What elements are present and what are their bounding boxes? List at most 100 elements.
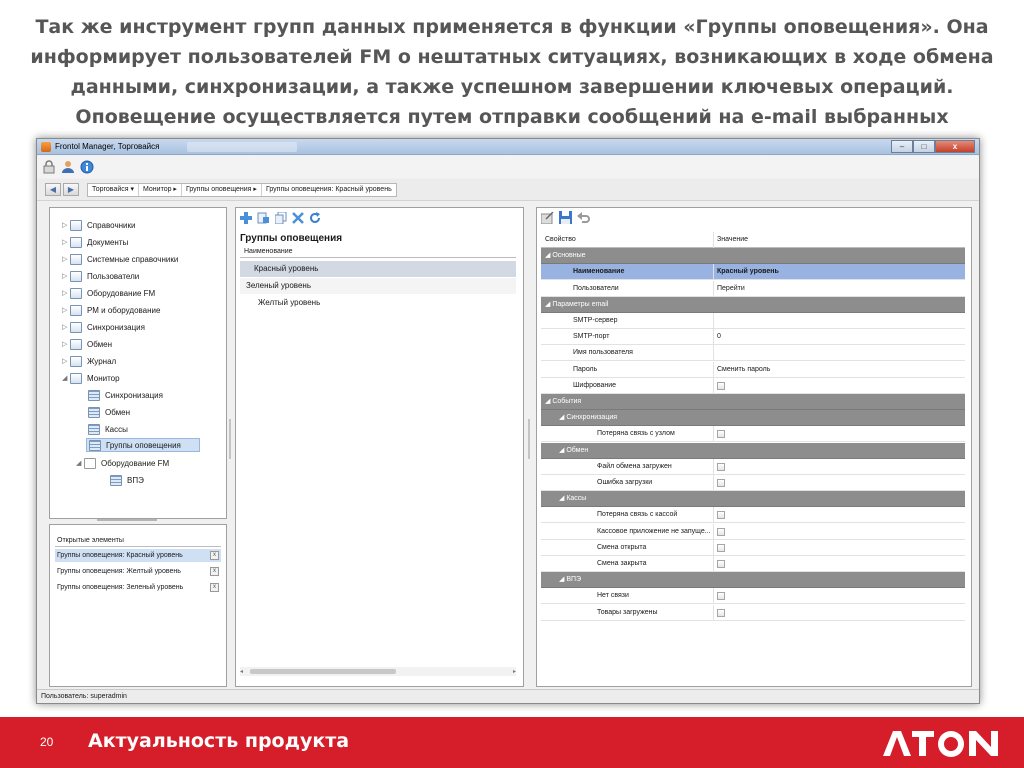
property-row[interactable]: Ошибка загрузки [541,475,965,491]
group-row-red[interactable]: Красный уровень [240,261,516,277]
vertical-splitter[interactable] [528,419,530,459]
back-arrow-icon[interactable]: ◀ [45,183,61,196]
tree-item-monitor[interactable]: ◢ Монитор [62,371,120,385]
close-icon[interactable]: x [210,551,219,560]
checkbox[interactable] [717,381,725,390]
main-toolbar [37,156,979,178]
tree-item-vpe[interactable]: ВПЭ [110,473,144,487]
scroll-left-icon[interactable]: ◂ [240,668,243,675]
tree-item-exchange[interactable]: ▷ Обмен [62,337,112,351]
tree-item-synchronization[interactable]: ▷ Синхронизация [62,320,145,334]
property-category[interactable]: ◢ ВПЭ [541,572,965,589]
tree-item-users[interactable]: ▷ Пользователи [62,269,139,283]
checkbox[interactable] [717,479,725,487]
journal-icon [70,355,82,367]
property-row[interactable]: Смена открыта [541,539,965,556]
property-row[interactable]: Потеряна связь с узлом [541,426,965,443]
horizontal-splitter[interactable] [97,519,157,521]
property-row[interactable]: Файл обмена загружен [541,458,965,475]
property-row[interactable]: SMTP-порт 0 [541,329,965,346]
property-category[interactable]: ◢ Основные [541,248,965,265]
add-copy-icon[interactable] [257,212,270,224]
property-row[interactable]: Нет связи [541,588,965,605]
property-category[interactable]: ◢ Синхронизация [541,410,965,427]
scroll-right-icon[interactable]: ▸ [513,668,516,675]
checkbox[interactable] [717,592,725,601]
close-button[interactable]: x [935,140,975,153]
forward-arrow-icon[interactable]: ▶ [63,183,79,196]
open-item-green[interactable]: Группы оповещения: Зеленый уровень x [55,581,221,594]
checkbox[interactable] [717,462,725,471]
save-icon[interactable] [559,211,572,224]
properties-icon[interactable] [541,212,554,224]
add-icon[interactable] [240,212,252,224]
open-items-panel: Открытые элементы Группы оповещения: Кра… [49,524,227,687]
property-row[interactable]: Наименование Красный уровень [541,264,965,281]
breadcrumb-item[interactable]: Торговайся ▾ [88,184,139,196]
checkbox[interactable] [717,608,725,617]
property-category[interactable]: ◢ Параметры email [541,296,965,313]
info-icon[interactable] [80,160,94,174]
breadcrumb-item[interactable]: Монитор ▸ [139,184,182,196]
checkbox[interactable] [717,430,725,439]
status-bar: Пользователь: superadmin [37,689,979,703]
tree-item-monitor-synchronization[interactable]: Синхронизация [88,388,163,402]
footer-title: Актуальность продукта [88,730,350,752]
maximize-button[interactable]: □ [913,140,935,153]
tree-item-notification-groups[interactable]: Группы оповещения [86,438,200,452]
property-row[interactable]: Потеряна связь с кассой [541,507,965,524]
group-row-yellow[interactable]: Желтый уровень [240,295,516,311]
property-row[interactable]: Кассовое приложение не запуще... [541,523,965,540]
breadcrumb-item[interactable]: Группы оповещения ▸ [182,184,262,196]
vertical-splitter[interactable] [229,419,231,459]
tree-item-system-directories[interactable]: ▷ Системные справочники [62,252,178,266]
groups-column-header[interactable]: Наименование [240,245,516,258]
horizontal-scrollbar[interactable]: ◂ ▸ [240,667,516,676]
presentation-slide: Так же инструмент групп данных применяет… [0,0,1024,768]
copy-icon[interactable] [275,212,287,224]
property-row[interactable]: Пользователи Перейти [541,280,965,297]
tree-item-journal[interactable]: ▷ Журнал [62,354,116,368]
aton-logo-icon [883,731,998,757]
close-icon[interactable]: x [210,583,219,592]
checkbox[interactable] [717,527,725,536]
breadcrumb-item[interactable]: Группы оповещения: Красный уровень [262,184,396,196]
property-category[interactable]: ◢ События [541,394,965,410]
user-icon[interactable] [61,160,75,174]
page-number: 20 [40,735,54,749]
tree-item-directories[interactable]: ▷ Справочники [62,218,135,232]
group-row-green[interactable]: Зеленый уровень [240,278,516,294]
checkbox[interactable] [717,511,725,520]
checkbox[interactable] [717,560,725,568]
tree-item-monitor-fm-equipment[interactable]: ◢ Оборудование FM [76,456,169,470]
tree-item-documents[interactable]: ▷ Документы [62,235,128,249]
close-icon[interactable]: x [210,567,219,576]
property-category[interactable]: ◢ Обмен [541,442,965,459]
property-grid-header: Свойство Значение [541,232,965,248]
tree-item-fm-equipment[interactable]: ▷ Оборудование FM [62,286,155,300]
title-bar[interactable]: Frontol Manager, Торговайся – □ x [37,139,979,155]
grid-icon [110,474,122,486]
property-row[interactable]: Смена закрыта [541,556,965,572]
open-item-red[interactable]: Группы оповещения: Красный уровень x [55,549,221,562]
property-row[interactable]: SMTP-сервер [541,313,965,329]
property-row[interactable]: Шифрование [541,377,965,394]
checkbox[interactable] [717,543,725,552]
property-row[interactable]: Товары загружены [541,604,965,621]
workstation-icon [70,304,82,316]
tree-item-monitor-exchange[interactable]: Обмен [88,405,130,419]
property-row[interactable]: Пароль Сменить пароль [541,361,965,378]
scrollbar-thumb[interactable] [250,669,396,674]
delete-icon[interactable] [292,212,304,224]
undo-icon[interactable] [577,212,590,224]
property-row[interactable]: Имя пользователя [541,345,965,362]
minimize-button[interactable]: – [891,140,913,153]
refresh-icon[interactable] [309,212,321,224]
lock-icon[interactable] [42,160,56,174]
exchange-icon [70,338,82,350]
sync-icon [70,321,82,333]
tree-item-workstations[interactable]: ▷ РМ и оборудование [62,303,160,317]
open-item-yellow[interactable]: Группы оповещения: Желтый уровень x [55,565,221,578]
tree-item-monitor-cash-registers[interactable]: Кассы [88,422,128,436]
property-category[interactable]: ◢ Кассы [541,491,965,508]
